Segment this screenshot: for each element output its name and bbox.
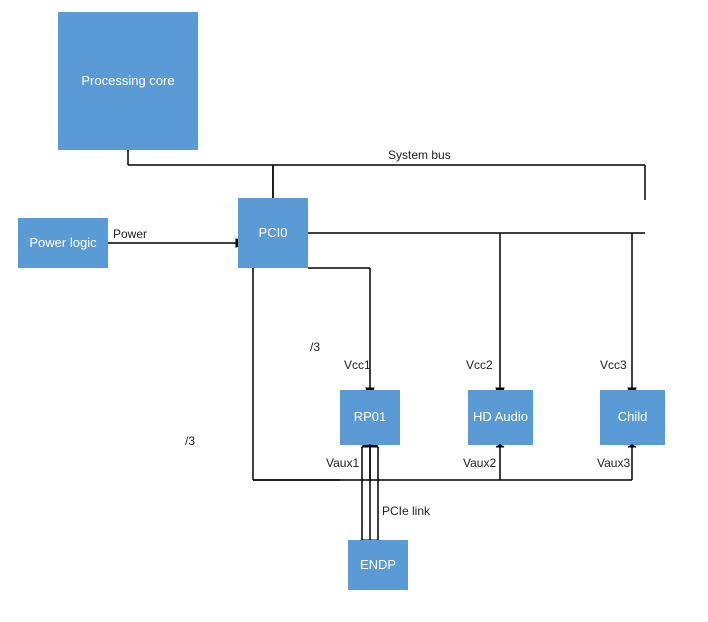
system-bus-label: System bus bbox=[388, 148, 451, 162]
power-label: Power bbox=[113, 227, 147, 241]
slash3-1-label: /3 bbox=[310, 340, 320, 354]
rp01-box: RP01 bbox=[340, 390, 400, 445]
endp-label: ENDP bbox=[360, 557, 396, 574]
endp-box: ENDP bbox=[348, 540, 408, 590]
vaux3-label: Vaux3 bbox=[597, 456, 630, 470]
processing-core-box: Processing core bbox=[58, 12, 198, 150]
child-label: Child bbox=[618, 409, 648, 426]
rp01-label: RP01 bbox=[354, 409, 387, 426]
pci0-box: PCI0 bbox=[238, 198, 308, 268]
hd-audio-label: HD Audio bbox=[473, 409, 528, 426]
vcc2-label: Vcc2 bbox=[466, 358, 493, 372]
power-logic-box: Power logic bbox=[18, 218, 108, 268]
child-box: Child bbox=[600, 390, 665, 445]
vaux1-label: Vaux1 bbox=[326, 456, 359, 470]
slash3-2-label: /3 bbox=[185, 434, 195, 448]
pci0-label: PCI0 bbox=[259, 225, 288, 242]
hd-audio-box: HD Audio bbox=[468, 390, 533, 445]
vaux2-label: Vaux2 bbox=[463, 456, 496, 470]
architecture-diagram: Processing core Power logic PCI0 RP01 HD… bbox=[0, 0, 708, 622]
vcc3-label: Vcc3 bbox=[600, 358, 627, 372]
pcie-link-label: PCIe link bbox=[382, 504, 430, 518]
vcc1-label: Vcc1 bbox=[344, 358, 371, 372]
processing-core-label: Processing core bbox=[81, 73, 174, 90]
power-logic-label: Power logic bbox=[29, 235, 96, 252]
